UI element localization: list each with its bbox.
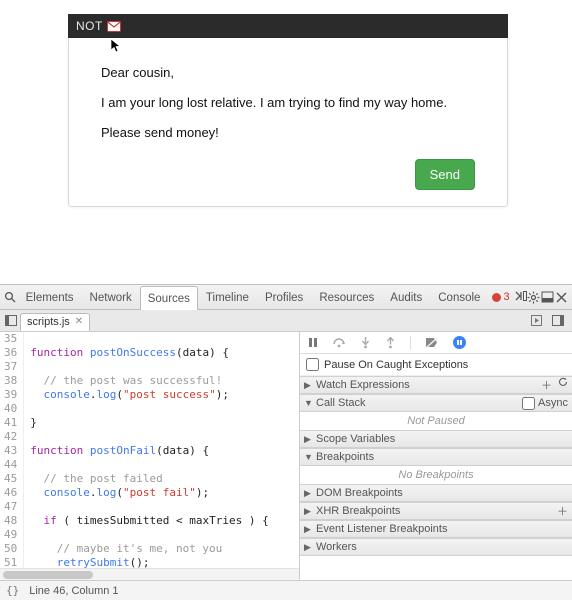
- dock-icon[interactable]: [541, 287, 555, 307]
- file-tab-bar: scripts.js ✕: [0, 310, 572, 332]
- disclosure-triangle-icon: ▼: [304, 452, 313, 462]
- error-dot-icon: [492, 293, 501, 302]
- disclosure-triangle-icon: ▶: [304, 488, 313, 499]
- tab-resources[interactable]: Resources: [311, 285, 382, 309]
- pause-on-caught-label: Pause On Caught Exceptions: [324, 359, 468, 371]
- tab-profiles[interactable]: Profiles: [257, 285, 311, 309]
- tab-audits[interactable]: Audits: [382, 285, 430, 309]
- devtools-tabstrip: Elements Network Sources Timeline Profil…: [0, 285, 572, 310]
- callstack-empty: Not Paused: [300, 412, 572, 430]
- inspect-icon[interactable]: [4, 287, 18, 307]
- code-editor[interactable]: 3536373839404142434445464748495051525354…: [0, 332, 300, 580]
- tab-network[interactable]: Network: [82, 285, 140, 309]
- tab-elements[interactable]: Elements: [18, 285, 82, 309]
- devtools: Elements Network Sources Timeline Profil…: [0, 284, 572, 600]
- disclosure-triangle-icon: ▼: [304, 398, 313, 408]
- pause-on-caught-checkbox[interactable]: [306, 358, 319, 371]
- add-watch-icon[interactable]: ＋: [541, 377, 552, 393]
- toggle-drawer-icon[interactable]: [514, 287, 528, 307]
- file-tab-label: scripts.js: [27, 316, 70, 328]
- disclosure-triangle-icon: ▶: [304, 506, 313, 517]
- step-into-icon[interactable]: [360, 337, 371, 349]
- app-title-bar: NOT: [68, 14, 508, 38]
- section-watch[interactable]: ▶ Watch Expressions ＋: [300, 376, 572, 394]
- disclosure-triangle-icon: ▶: [304, 380, 313, 391]
- pause-icon[interactable]: [308, 337, 318, 348]
- async-label: Async: [538, 397, 568, 409]
- app-title: NOT: [76, 19, 103, 33]
- refresh-watch-icon[interactable]: [558, 377, 568, 393]
- run-snippet-icon[interactable]: [527, 312, 545, 330]
- pause-on-exceptions-icon[interactable]: [453, 336, 466, 349]
- error-badge[interactable]: 3: [488, 291, 513, 303]
- section-callstack[interactable]: ▼ Call Stack Async: [300, 394, 572, 412]
- pretty-print-icon[interactable]: {}: [6, 584, 19, 597]
- email-greeting: Dear cousin,: [101, 64, 475, 82]
- cursor-position: Line 46, Column 1: [29, 585, 118, 597]
- section-workers[interactable]: ▶ Workers: [300, 538, 572, 556]
- disclosure-triangle-icon: ▶: [304, 434, 313, 445]
- mail-icon: [107, 21, 121, 32]
- section-breakpoints[interactable]: ▼ Breakpoints: [300, 448, 572, 466]
- email-body: I am your long lost relative. I am tryin…: [101, 94, 475, 112]
- error-count: 3: [503, 291, 509, 303]
- navigator-toggle-icon[interactable]: [2, 312, 20, 330]
- pause-on-caught-row[interactable]: Pause On Caught Exceptions: [300, 354, 572, 376]
- tab-console[interactable]: Console: [430, 285, 488, 309]
- deactivate-breakpoints-icon[interactable]: [425, 337, 439, 348]
- disclosure-triangle-icon: ▶: [304, 524, 313, 535]
- email-closing: Please send money!: [101, 124, 475, 142]
- debugger-pane-toggle-icon[interactable]: [549, 312, 567, 330]
- status-bar: {} Line 46, Column 1: [0, 580, 572, 600]
- horizontal-scrollbar[interactable]: [0, 568, 299, 580]
- debugger-toolbar: [300, 332, 572, 354]
- file-tab-scripts[interactable]: scripts.js ✕: [20, 313, 90, 331]
- email-compose-body: Dear cousin, I am your long lost relativ…: [68, 38, 508, 207]
- section-xhr-breakpoints[interactable]: ▶ XHR Breakpoints ＋: [300, 502, 572, 520]
- step-over-icon[interactable]: [332, 337, 346, 348]
- section-event-breakpoints[interactable]: ▶ Event Listener Breakpoints: [300, 520, 572, 538]
- send-button[interactable]: Send: [415, 159, 475, 190]
- settings-gear-icon[interactable]: [527, 287, 541, 307]
- section-scope[interactable]: ▶ Scope Variables: [300, 430, 572, 448]
- tab-timeline[interactable]: Timeline: [198, 285, 257, 309]
- close-file-icon[interactable]: ✕: [75, 316, 83, 327]
- tab-sources[interactable]: Sources: [140, 286, 198, 310]
- debugger-sidebar: Pause On Caught Exceptions ▶ Watch Expre…: [300, 332, 572, 580]
- add-xhr-bp-icon[interactable]: ＋: [557, 503, 568, 519]
- close-devtools-icon[interactable]: [554, 287, 568, 307]
- disclosure-triangle-icon: ▶: [304, 542, 313, 553]
- breakpoints-empty: No Breakpoints: [300, 466, 572, 484]
- async-checkbox[interactable]: [522, 397, 535, 410]
- step-out-icon[interactable]: [385, 337, 396, 349]
- scrollbar-thumb[interactable]: [3, 571, 93, 579]
- section-dom-breakpoints[interactable]: ▶ DOM Breakpoints: [300, 484, 572, 502]
